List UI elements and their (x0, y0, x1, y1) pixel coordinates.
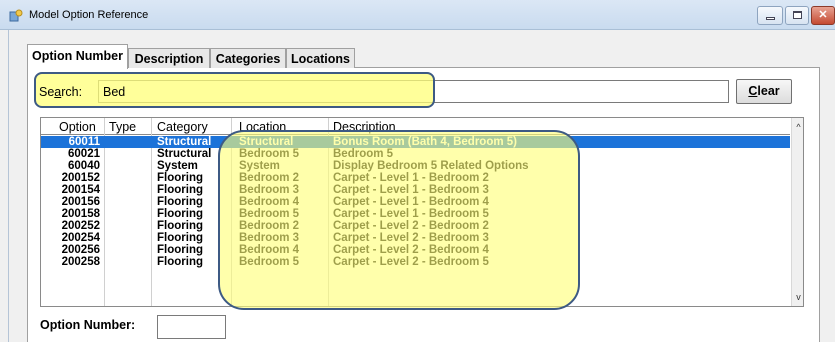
close-icon: ✕ (818, 9, 828, 21)
maximize-button[interactable] (785, 6, 809, 25)
cell-option: 60040 (68, 160, 100, 172)
cell-description: Display Bedroom 5 Related Options (333, 160, 529, 172)
cell-category: System (157, 160, 198, 172)
cell-category: Structural (157, 136, 212, 148)
table-row[interactable]: 200152 Flooring Bedroom 2 Carpet - Level 1 … (41, 172, 790, 184)
app-icon (9, 9, 23, 22)
close-button[interactable]: ✕ (811, 6, 835, 25)
cell-category: Flooring (157, 208, 203, 220)
cell-location: Bedroom 4 (239, 244, 300, 256)
search-value: Bed (103, 85, 126, 99)
cell-description: Carpet - Level 1 - Bedroom 3 (333, 184, 489, 196)
cell-location: Bedroom 4 (239, 196, 300, 208)
table-row[interactable]: 60021 Structural Bedroom 5 Bedroom 5 (41, 148, 790, 160)
table-row[interactable]: 200156 Flooring Bedroom 4 Carpet - Level 1 … (41, 196, 790, 208)
tab-label: Option Number (32, 49, 123, 63)
cell-category: Flooring (157, 196, 203, 208)
cell-option: 200254 (61, 232, 100, 244)
cell-category: Flooring (157, 244, 203, 256)
minimize-icon (766, 17, 775, 20)
cell-option: 200154 (61, 184, 100, 196)
cell-option: 200258 (61, 256, 100, 268)
cell-description: Carpet - Level 2 - Bedroom 2 (333, 220, 489, 232)
tab-description[interactable]: Description (128, 48, 210, 68)
model-option-reference-window: Model Option Reference ✕ Option Number D… (0, 0, 835, 342)
vertical-scrollbar[interactable]: ^ v (791, 118, 803, 306)
cell-description: Carpet - Level 2 - Bedroom 5 (333, 256, 489, 268)
cell-option: 200156 (61, 196, 100, 208)
cell-location: Structural (239, 136, 294, 148)
search-highlight (34, 72, 435, 108)
column-header-location[interactable]: Location (239, 120, 286, 134)
cell-location: Bedroom 5 (239, 256, 300, 268)
cell-option: 60021 (68, 148, 100, 160)
column-header-option[interactable]: Option (59, 120, 96, 134)
cell-description: Bonus Room (Bath 4, Bedroom 5) (333, 136, 518, 148)
tab-label: Categories (215, 52, 281, 66)
tab-categories[interactable]: Categories (210, 48, 286, 68)
table-row[interactable]: 200256 Flooring Bedroom 4 Carpet - Level 2 … (41, 244, 790, 256)
cell-description: Carpet - Level 1 - Bedroom 2 (333, 172, 489, 184)
table-row[interactable]: 60040 System System Display Bedroom 5 Relat… (41, 160, 790, 172)
cell-location: Bedroom 2 (239, 220, 300, 232)
table-row[interactable]: 200252 Flooring Bedroom 2 Carpet - Level 2 … (41, 220, 790, 232)
cell-option: 200252 (61, 220, 100, 232)
column-header-description[interactable]: Description (333, 120, 396, 134)
cell-location: System (239, 160, 280, 172)
table-row[interactable]: 200158 Flooring Bedroom 5 Carpet - Level 1 … (41, 208, 790, 220)
cell-category: Flooring (157, 184, 203, 196)
column-header-type[interactable]: Type (109, 120, 136, 134)
tab-locations[interactable]: Locations (286, 48, 355, 68)
cell-category: Structural (157, 148, 212, 160)
cell-description: Carpet - Level 2 - Bedroom 4 (333, 244, 489, 256)
cell-category: Flooring (157, 220, 203, 232)
scroll-down-icon[interactable]: v (792, 290, 803, 304)
option-number-label: Option Number: (40, 318, 136, 332)
cell-category: Flooring (157, 256, 203, 268)
cell-option: 200158 (61, 208, 100, 220)
window-title: Model Option Reference (29, 9, 149, 21)
table-row[interactable]: 200254 Flooring Bedroom 3 Carpet - Level 2 … (41, 232, 790, 244)
maximize-icon (793, 11, 802, 19)
tab-option-number[interactable]: Option Number (27, 44, 128, 69)
cell-option: 200256 (61, 244, 100, 256)
option-number-input[interactable] (157, 315, 226, 339)
cell-location: Bedroom 2 (239, 172, 300, 184)
cell-description: Carpet - Level 2 - Bedroom 3 (333, 232, 489, 244)
tab-label: Description (134, 52, 204, 66)
cell-category: Flooring (157, 172, 203, 184)
search-label: Search: (39, 85, 83, 99)
cell-description: Carpet - Level 1 - Bedroom 4 (333, 196, 489, 208)
cell-location: Bedroom 5 (239, 208, 300, 220)
table-row[interactable]: 200154 Flooring Bedroom 3 Carpet - Level 1 … (41, 184, 790, 196)
cell-location: Bedroom 3 (239, 232, 300, 244)
table-row[interactable]: 200258 Flooring Bedroom 5 Carpet - Level 2 … (41, 256, 790, 268)
scroll-up-icon[interactable]: ^ (792, 120, 803, 134)
options-grid[interactable]: Option Type Category Location Descriptio… (40, 117, 804, 307)
cell-option: 200152 (61, 172, 100, 184)
cell-description: Carpet - Level 1 - Bedroom 5 (333, 208, 489, 220)
column-header-category[interactable]: Category (157, 120, 208, 134)
cell-location: Bedroom 3 (239, 184, 300, 196)
title-bar[interactable]: Model Option Reference ✕ (0, 0, 835, 30)
cell-category: Flooring (157, 232, 203, 244)
cell-location: Bedroom 5 (239, 148, 300, 160)
grid-header: Option Type Category Location Descriptio… (41, 118, 790, 135)
cell-option: 60011 (68, 136, 100, 148)
clear-button[interactable]: Clear (736, 79, 792, 104)
cell-description: Bedroom 5 (333, 148, 394, 160)
minimize-button[interactable] (757, 6, 783, 25)
table-row[interactable]: 60011 Structural Structural Bonus Room (Bat… (41, 136, 790, 148)
tab-label: Locations (290, 52, 351, 66)
